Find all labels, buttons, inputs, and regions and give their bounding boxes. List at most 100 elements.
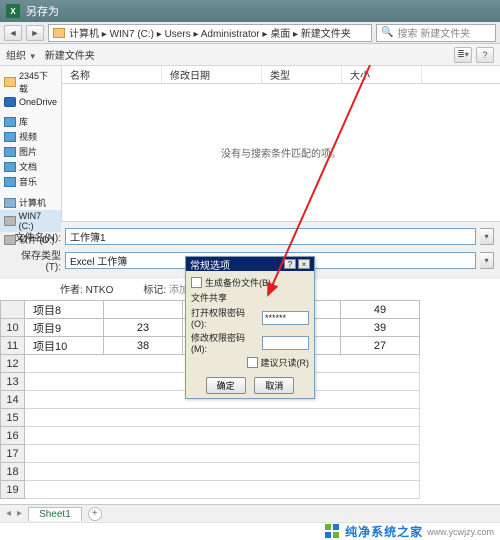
- sheet-tab[interactable]: Sheet1: [28, 507, 82, 521]
- sheet-tabs: ◂ ▸ Sheet1 +: [0, 504, 500, 522]
- col-name[interactable]: 名称: [62, 66, 162, 83]
- filename-dropdown[interactable]: ▾: [480, 228, 494, 245]
- tree-item[interactable]: 库: [0, 114, 61, 129]
- open-pwd-input[interactable]: ******: [262, 311, 309, 325]
- row-header[interactable]: 15: [1, 409, 25, 427]
- organize-toolbar: 组织 ▼ 新建文件夹 ≣ ▾ ?: [0, 44, 500, 66]
- tree-item-icon: [4, 162, 16, 172]
- list-empty: 没有与搜索条件匹配的项。: [62, 84, 500, 221]
- path-box[interactable]: 计算机 ▸ WIN7 (C:) ▸ Users ▸ Administrator …: [48, 24, 372, 42]
- mod-pwd-label: 修改权限密码(M):: [191, 331, 259, 354]
- breadcrumb: 计算机 ▸ WIN7 (C:) ▸ Users ▸ Administrator …: [69, 25, 351, 40]
- main-pane: 2345下载OneDrive库视频图片文档音乐计算机WIN7 (C:)软件 (D…: [0, 66, 500, 221]
- tree-item-label: 计算机: [19, 196, 46, 209]
- forward-button[interactable]: ►: [26, 25, 44, 41]
- cell[interactable]: 项目8: [25, 301, 104, 319]
- tree-item-label: 库: [19, 115, 28, 128]
- footer-watermark: 纯净系统之家 www.ycwjzy.com: [0, 522, 500, 540]
- newfolder-button[interactable]: 新建文件夹: [45, 47, 95, 62]
- tree-item[interactable]: 软件 (D:): [0, 232, 61, 247]
- options-dialog: 常规选项 ? × 生成备份文件(B) 文件共享 打开权限密码(O):******…: [185, 256, 315, 399]
- readonly-checkbox[interactable]: [247, 357, 258, 368]
- cell[interactable]: [25, 427, 420, 445]
- tree-item-label: OneDrive: [19, 97, 57, 107]
- tree-item-icon: [4, 132, 16, 142]
- view-button[interactable]: ≣ ▾: [454, 47, 472, 63]
- options-title: 常规选项: [190, 257, 230, 272]
- row-header[interactable]: 10: [1, 319, 25, 337]
- row-header[interactable]: 16: [1, 427, 25, 445]
- filename-input[interactable]: 工作簿1: [65, 228, 476, 245]
- folder-tree[interactable]: 2345下载OneDrive库视频图片文档音乐计算机WIN7 (C:)软件 (D…: [0, 66, 62, 221]
- col-size[interactable]: 大小: [342, 66, 422, 83]
- row-header[interactable]: 17: [1, 445, 25, 463]
- cell[interactable]: 38: [104, 337, 183, 355]
- row-header[interactable]: 12: [1, 355, 25, 373]
- tree-item-label: WIN7 (C:): [19, 211, 57, 231]
- row-header[interactable]: [1, 301, 25, 319]
- brand-name: 纯净系统之家: [345, 523, 423, 540]
- author-value[interactable]: NTKO: [86, 285, 114, 296]
- tree-item-icon: [4, 77, 16, 87]
- tab-prev[interactable]: ◂: [6, 508, 11, 519]
- row-header[interactable]: 18: [1, 463, 25, 481]
- add-sheet-button[interactable]: +: [88, 507, 102, 521]
- folder-icon: [53, 28, 65, 38]
- tree-item[interactable]: 视频: [0, 129, 61, 144]
- type-label: 保存类型(T):: [6, 247, 61, 273]
- type-dropdown[interactable]: ▾: [480, 252, 494, 269]
- tree-item-label: 文档: [19, 160, 37, 173]
- tree-item[interactable]: WIN7 (C:): [0, 210, 61, 232]
- fileshare-label: 文件共享: [191, 291, 309, 304]
- options-ok-button[interactable]: 确定: [206, 377, 246, 394]
- search-placeholder: 搜索 新建文件夹: [397, 25, 470, 40]
- tree-item[interactable]: 音乐: [0, 174, 61, 189]
- cell[interactable]: 项目10: [25, 337, 104, 355]
- tree-item[interactable]: 文档: [0, 159, 61, 174]
- col-date[interactable]: 修改日期: [162, 66, 262, 83]
- search-input[interactable]: 🔍 搜索 新建文件夹: [376, 24, 496, 42]
- organize-button[interactable]: 组织 ▼: [6, 47, 37, 62]
- cell[interactable]: [25, 409, 420, 427]
- cell[interactable]: 39: [341, 319, 420, 337]
- row-header[interactable]: 19: [1, 481, 25, 499]
- dialog-title: 另存为: [26, 3, 59, 19]
- tree-item-icon: [4, 177, 16, 187]
- cell[interactable]: 27: [341, 337, 420, 355]
- tree-item[interactable]: OneDrive: [0, 96, 61, 108]
- row-header[interactable]: 13: [1, 373, 25, 391]
- options-cancel-button[interactable]: 取消: [254, 377, 294, 394]
- cell[interactable]: [25, 445, 420, 463]
- back-button[interactable]: ◄: [4, 25, 22, 41]
- row-header[interactable]: 14: [1, 391, 25, 409]
- tree-item-label: 音乐: [19, 175, 37, 188]
- brand-logo-icon: [325, 524, 341, 540]
- mod-pwd-input[interactable]: [262, 336, 309, 350]
- cell[interactable]: [25, 463, 420, 481]
- cell[interactable]: 49: [341, 301, 420, 319]
- tree-item-label: 2345下载: [19, 69, 57, 95]
- dialog-help-icon[interactable]: ?: [284, 259, 296, 269]
- row-header[interactable]: 11: [1, 337, 25, 355]
- tree-item-icon: [4, 198, 16, 208]
- tree-item-icon: [4, 235, 16, 245]
- help-button[interactable]: ?: [476, 47, 494, 63]
- brand-url: www.ycwjzy.com: [427, 527, 494, 537]
- cell[interactable]: 项目9: [25, 319, 104, 337]
- list-header: 名称 修改日期 类型 大小: [62, 66, 500, 84]
- col-type[interactable]: 类型: [262, 66, 342, 83]
- tree-item-icon: [4, 97, 16, 107]
- cell[interactable]: 23: [104, 319, 183, 337]
- cell[interactable]: [104, 301, 183, 319]
- search-icon: 🔍: [381, 27, 393, 38]
- tree-item-label: 软件 (D:): [19, 233, 55, 246]
- cell[interactable]: [25, 481, 420, 499]
- tab-next[interactable]: ▸: [17, 508, 22, 519]
- tree-item[interactable]: 图片: [0, 144, 61, 159]
- dialog-close-icon[interactable]: ×: [298, 259, 310, 269]
- backup-checkbox[interactable]: [191, 277, 202, 288]
- tree-item[interactable]: 2345下载: [0, 68, 61, 96]
- tree-item-icon: [4, 147, 16, 157]
- tree-item[interactable]: 计算机: [0, 195, 61, 210]
- tree-item-label: 视频: [19, 130, 37, 143]
